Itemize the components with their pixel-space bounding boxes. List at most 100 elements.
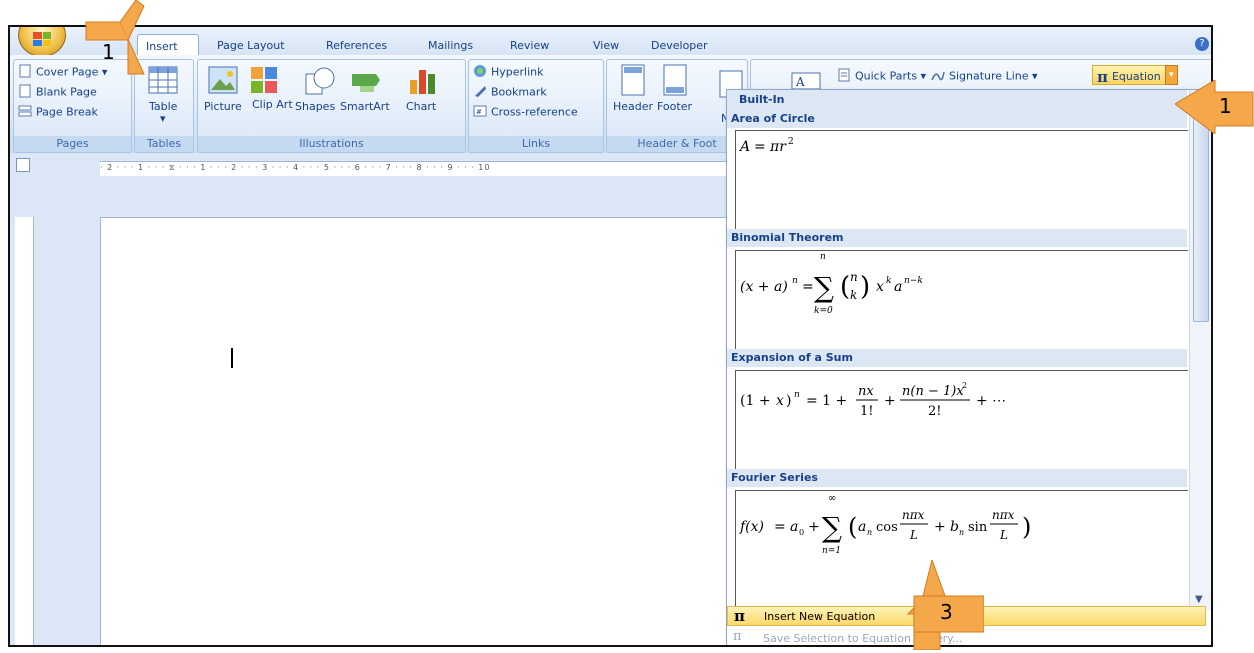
office-logo-icon bbox=[33, 32, 51, 46]
svg-text:nx: nx bbox=[858, 384, 874, 399]
hyperlink-label: Hyperlink bbox=[491, 65, 544, 79]
vertical-ruler bbox=[15, 217, 34, 645]
svg-text:sin: sin bbox=[968, 520, 988, 535]
quick-parts-icon bbox=[837, 68, 851, 85]
section-title-expansion-of-a-sum: Expansion of a Sum bbox=[727, 349, 1187, 367]
equation-expansion-of-a-sum[interactable]: (1 + x ) n = 1 + nx 1! + n(n − 1)x 2 2! … bbox=[735, 370, 1188, 469]
hyperlink-button[interactable]: Hyperlink bbox=[473, 64, 544, 81]
cover-page-icon bbox=[18, 64, 32, 81]
svg-text:a: a bbox=[858, 519, 866, 535]
svg-text:n−k: n−k bbox=[904, 276, 923, 286]
svg-text:(x + a): (x + a) bbox=[740, 279, 788, 295]
group-label-pages: Pages bbox=[14, 136, 131, 152]
chart-button[interactable]: Chart bbox=[406, 100, 436, 113]
svg-text:n: n bbox=[959, 528, 964, 537]
expansion-of-a-sum-formula: (1 + x ) n = 1 + nx 1! + n(n − 1)x 2 2! … bbox=[740, 381, 1006, 419]
signature-line-button[interactable]: Signature Line ▾ bbox=[931, 68, 1038, 85]
svg-text:+ ⋯: + ⋯ bbox=[976, 393, 1006, 409]
svg-text:n: n bbox=[820, 252, 826, 262]
tab-view[interactable]: View bbox=[593, 39, 619, 52]
hyperlink-icon bbox=[473, 64, 487, 81]
document-page[interactable] bbox=[100, 217, 802, 645]
group-illustrations: Picture Clip Art Shapes SmartArt Chart I… bbox=[197, 59, 466, 153]
tab-strip: Insert Page Layout References Mailings R… bbox=[10, 27, 1211, 57]
svg-text:(: ( bbox=[848, 513, 857, 541]
group-label-illustrations: Illustrations bbox=[198, 136, 465, 152]
svg-text:f(x): f(x) bbox=[739, 519, 764, 535]
callout-arrow-1-right: 1 bbox=[1174, 79, 1254, 137]
shapes-icon bbox=[304, 66, 336, 99]
binomial-theorem-formula: (x + a) n = n ∑ k=0 ( n k ) x k a n−k bbox=[740, 252, 923, 316]
insert-new-equation-label: Insert New Equation bbox=[764, 610, 876, 623]
svg-text:=: = bbox=[774, 519, 786, 535]
equation-button[interactable]: π Equation ▾ bbox=[1092, 65, 1178, 86]
equation-binomial-theorem[interactable]: (x + a) n = n ∑ k=0 ( n k ) x k a n−k bbox=[735, 250, 1188, 349]
svg-text:2!: 2! bbox=[928, 404, 942, 419]
svg-text:0: 0 bbox=[799, 528, 804, 537]
cross-reference-icon: # bbox=[473, 104, 487, 121]
svg-text:n: n bbox=[794, 390, 800, 400]
svg-text:πr: πr bbox=[769, 139, 787, 155]
svg-text:= 1 +: = 1 + bbox=[806, 393, 847, 409]
equation-area-of-circle[interactable]: A = πr 2 bbox=[735, 130, 1188, 229]
svg-text:n: n bbox=[850, 270, 858, 284]
blank-page-icon bbox=[18, 84, 32, 101]
table-icon bbox=[148, 66, 178, 97]
cross-reference-label: Cross-reference bbox=[491, 105, 578, 119]
svg-text:(1 +: (1 + bbox=[740, 393, 771, 409]
tab-developer[interactable]: Developer bbox=[651, 39, 708, 52]
smartart-button[interactable]: SmartArt bbox=[340, 100, 390, 113]
chart-icon bbox=[408, 64, 438, 99]
word-window: Insert Page Layout References Mailings R… bbox=[8, 25, 1213, 647]
help-icon[interactable]: ? bbox=[1195, 37, 1209, 51]
picture-button[interactable]: Picture bbox=[204, 100, 242, 113]
office-button[interactable] bbox=[18, 27, 66, 57]
quick-parts-button[interactable]: Quick Parts ▾ bbox=[837, 68, 926, 85]
tab-references[interactable]: References bbox=[326, 39, 387, 52]
svg-text:): ) bbox=[1022, 513, 1031, 541]
signature-line-icon bbox=[931, 68, 945, 85]
svg-text:k=0: k=0 bbox=[814, 306, 833, 316]
svg-text:x: x bbox=[876, 279, 884, 295]
table-dropdown-icon[interactable]: ▾ bbox=[160, 112, 166, 125]
svg-text:n(n − 1)x: n(n − 1)x bbox=[902, 384, 964, 399]
tab-review[interactable]: Review bbox=[510, 39, 549, 52]
page-break-label: Page Break bbox=[36, 105, 98, 119]
page-break-button[interactable]: Page Break bbox=[18, 104, 98, 121]
tab-selector-icon[interactable] bbox=[16, 158, 30, 172]
signature-line-label: Signature Line bbox=[949, 69, 1029, 83]
shapes-button[interactable]: Shapes bbox=[295, 100, 335, 113]
tab-page-layout[interactable]: Page Layout bbox=[217, 39, 285, 52]
cross-reference-button[interactable]: # Cross-reference bbox=[473, 104, 578, 121]
footer-button[interactable]: Footer bbox=[657, 100, 692, 113]
svg-text:(: ( bbox=[840, 272, 850, 302]
svg-text:a: a bbox=[790, 519, 798, 535]
blank-page-button[interactable]: Blank Page bbox=[18, 84, 97, 101]
svg-text:n: n bbox=[867, 528, 872, 537]
pi-icon: π bbox=[734, 607, 745, 625]
svg-text:b: b bbox=[950, 519, 959, 535]
bookmark-icon bbox=[473, 84, 487, 101]
scroll-down-icon[interactable]: ▼ bbox=[1195, 594, 1203, 605]
callout-number-3: 3 bbox=[940, 600, 953, 624]
callout-number-1-right: 1 bbox=[1219, 94, 1232, 118]
svg-text:=: = bbox=[802, 279, 814, 295]
svg-text:+: + bbox=[808, 519, 820, 535]
page-break-icon bbox=[18, 104, 32, 121]
callout-arrow-3: 3 bbox=[904, 558, 985, 653]
svg-text:1!: 1! bbox=[860, 404, 874, 419]
svg-text:2: 2 bbox=[788, 137, 794, 147]
header-button[interactable]: Header bbox=[613, 100, 653, 113]
svg-text:A: A bbox=[795, 75, 805, 89]
tab-mailings[interactable]: Mailings bbox=[428, 39, 473, 52]
bookmark-button[interactable]: Bookmark bbox=[473, 84, 547, 101]
scroll-thumb[interactable] bbox=[1193, 114, 1209, 322]
group-label-links: Links bbox=[469, 136, 603, 152]
blank-page-label: Blank Page bbox=[36, 85, 97, 99]
clip-art-button[interactable]: Clip Art bbox=[252, 99, 293, 110]
svg-text:∑: ∑ bbox=[822, 511, 842, 544]
svg-text:): ) bbox=[786, 393, 791, 409]
svg-text:x: x bbox=[776, 393, 784, 409]
svg-text:): ) bbox=[860, 272, 870, 302]
gallery-scrollbar[interactable]: ▲ ▼ bbox=[1189, 90, 1211, 610]
